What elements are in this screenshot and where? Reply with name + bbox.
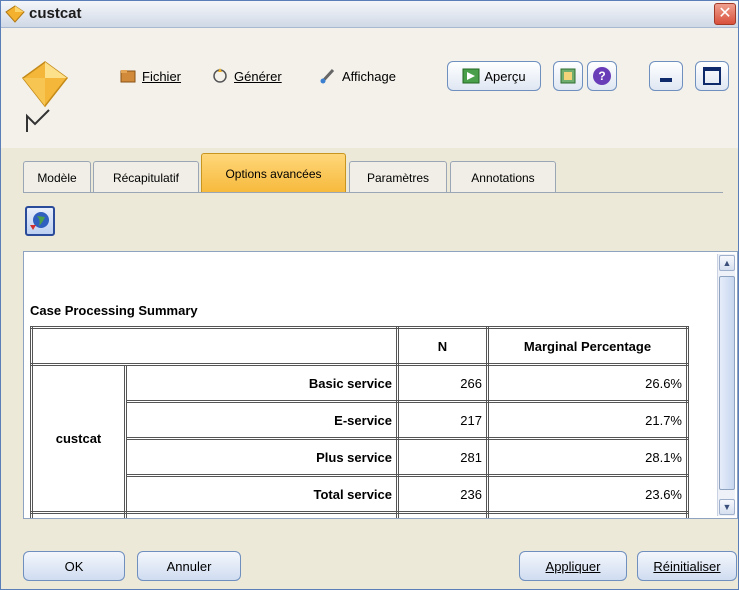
row-label: Basic service: [124, 363, 399, 403]
export-button[interactable]: [553, 61, 583, 91]
tab-annotations[interactable]: Annotations: [450, 161, 556, 193]
minimize-button[interactable]: [649, 61, 683, 91]
folder-icon: [120, 70, 136, 83]
help-icon: ?: [593, 67, 611, 85]
partial-cell: [30, 511, 127, 518]
tab-model[interactable]: Modèle: [23, 161, 91, 193]
generate-menu[interactable]: Générer: [211, 63, 282, 89]
header-n: N: [396, 326, 489, 366]
tab-summary[interactable]: Récapitulatif: [93, 161, 199, 193]
row-label: Plus service: [124, 437, 399, 477]
case-processing-table: N Marginal Percentage custcat Basic serv…: [30, 326, 689, 518]
tool-button[interactable]: [25, 206, 55, 236]
file-menu-label: Fichier: [142, 68, 182, 84]
header-marginal-percentage: Marginal Percentage: [486, 326, 689, 366]
model-nugget-icon: [21, 61, 69, 132]
scroll-down-icon[interactable]: ▼: [719, 499, 735, 515]
preview-button[interactable]: Aperçu: [447, 61, 541, 91]
generate-menu-label: Générer: [234, 68, 282, 84]
ok-label: OK: [64, 558, 84, 574]
row-n: 217: [396, 400, 489, 440]
view-menu[interactable]: Affichage: [319, 63, 396, 89]
reset-button[interactable]: Réinitialiser: [637, 551, 737, 581]
brush-icon: [320, 68, 335, 84]
group-label: custcat: [30, 363, 127, 514]
tab-label: Paramètres: [366, 170, 430, 185]
row-label: E-service: [124, 400, 399, 440]
table-title: Case Processing Summary: [30, 303, 198, 318]
maximize-icon: [703, 67, 721, 85]
tab-label: Modèle: [37, 170, 77, 185]
view-menu-label: Affichage: [342, 68, 396, 84]
globe-icon: [30, 212, 49, 230]
header-blank-cell: [30, 326, 399, 366]
cancel-label: Annuler: [166, 558, 212, 574]
output-panel[interactable]: Case Processing Summary N Marginal Perce…: [23, 251, 738, 519]
generate-icon: [213, 68, 227, 83]
row-n: 266: [396, 363, 489, 403]
tab-parameters[interactable]: Paramètres: [349, 161, 447, 193]
partial-cell: [124, 511, 399, 518]
reset-label: Réinitialiser: [653, 558, 721, 574]
export-icon: [560, 68, 576, 84]
table-row-partial: [30, 511, 689, 518]
tab-label: Annotations: [471, 170, 535, 185]
model-nugget-icon: [5, 5, 25, 23]
row-pct: 21.7%: [486, 400, 689, 440]
tab-divider: [23, 192, 723, 193]
dialog-window: custcat ✕ Fichier Générer Affichage Aper…: [0, 0, 739, 590]
apply-label: Appliquer: [545, 558, 601, 574]
row-pct: 28.1%: [486, 437, 689, 477]
preview-label: Aperçu: [484, 68, 526, 84]
table-row: Total service 236 23.6%: [32, 474, 689, 514]
file-menu[interactable]: Fichier: [119, 63, 181, 89]
apply-button[interactable]: Appliquer: [519, 551, 627, 581]
row-n: 236: [396, 474, 489, 514]
ok-button[interactable]: OK: [23, 551, 125, 581]
window-title: custcat: [29, 5, 82, 22]
row-pct: 26.6%: [486, 363, 689, 403]
header-area: Fichier Générer Affichage Aperçu ?: [1, 28, 738, 148]
maximize-button[interactable]: [695, 61, 729, 91]
tab-label: Récapitulatif: [112, 170, 180, 185]
preview-icon: [462, 68, 480, 84]
title-bar: custcat ✕: [1, 1, 738, 28]
row-n: 281: [396, 437, 489, 477]
minimize-icon: [660, 78, 672, 82]
table-row: E-service 217 21.7%: [32, 400, 689, 440]
help-button[interactable]: ?: [587, 61, 617, 91]
row-label: Total service: [124, 474, 399, 514]
vertical-scrollbar[interactable]: ▲ ▼: [717, 254, 735, 516]
cancel-button[interactable]: Annuler: [137, 551, 241, 581]
tab-label: Options avancées: [225, 166, 322, 181]
tab-advanced-options[interactable]: Options avancées: [201, 153, 346, 193]
partial-cell: [486, 511, 689, 518]
close-icon: ✕: [718, 5, 732, 22]
table-header-row: N Marginal Percentage: [30, 326, 689, 366]
close-button[interactable]: ✕: [714, 3, 736, 25]
table-row: custcat Basic service 266 26.6%: [30, 363, 689, 514]
row-pct: 23.6%: [486, 474, 689, 514]
partial-cell: [396, 511, 489, 518]
scroll-up-icon[interactable]: ▲: [719, 255, 735, 271]
table-row: Plus service 281 28.1%: [32, 437, 689, 477]
scrollbar-thumb[interactable]: [719, 276, 735, 490]
